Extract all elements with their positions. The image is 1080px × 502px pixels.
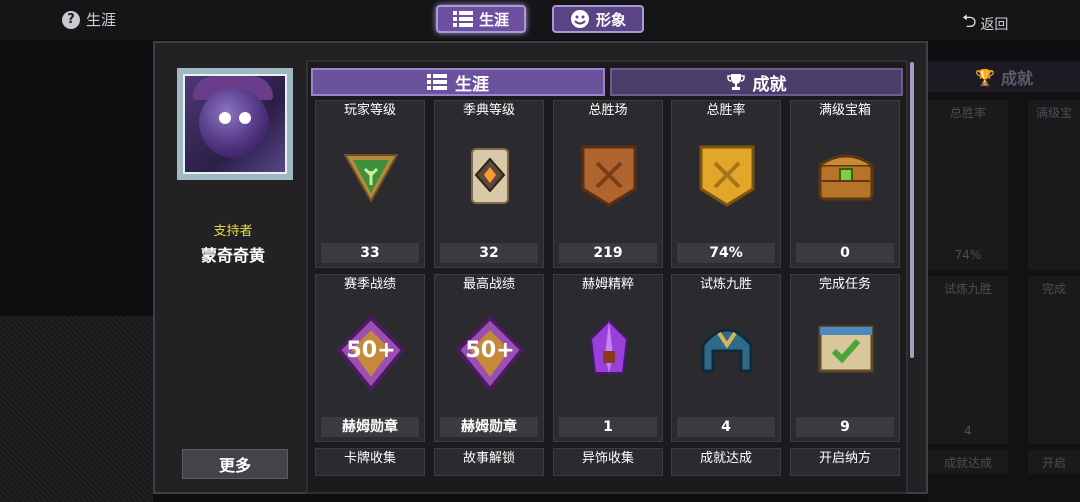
stat-card-season-level[interactable]: 季典等级 32 xyxy=(434,100,544,268)
stat-title: 异饰收集 xyxy=(581,451,634,466)
stat-card-hem-essence[interactable]: 赫姆精粹 1 xyxy=(553,274,663,442)
ghost-card-title: 成就达成 xyxy=(943,456,992,470)
stat-card-trial-nine-wins[interactable]: 试炼九胜 4 xyxy=(671,274,781,442)
stat-value: 33 xyxy=(321,243,419,263)
bronze-shield-icon xyxy=(581,145,637,207)
avatar[interactable] xyxy=(177,68,293,180)
purple-crystal-icon xyxy=(589,319,629,374)
help-label: 生涯 xyxy=(86,11,117,29)
ghost-card-title: 试炼九胜 xyxy=(943,282,992,296)
stat-card-opened[interactable]: 开启纳方 xyxy=(790,448,900,476)
tab-career-inner[interactable]: 生涯 xyxy=(311,68,605,96)
smiley-icon xyxy=(570,10,589,28)
ghost-card-value: 74% xyxy=(954,248,982,262)
stat-title: 赛季战绩 xyxy=(343,277,396,292)
stat-title: 卡牌收集 xyxy=(343,451,396,466)
stat-card-completed-tasks[interactable]: 完成任务 9 xyxy=(790,274,900,442)
stat-value: 4 xyxy=(677,417,775,437)
player-name: 蒙奇奇黄 xyxy=(200,246,265,265)
stat-card-card-collection[interactable]: 卡牌收集 xyxy=(315,448,425,476)
stat-card-story-unlock[interactable]: 故事解锁 xyxy=(434,448,544,476)
stat-card-decoration-collection[interactable]: 异饰收集 xyxy=(553,448,663,476)
medal-badge-text: 50+ xyxy=(346,337,395,363)
stat-card-season-record[interactable]: 赛季战绩 50+ 赫姆勋章 xyxy=(315,274,425,442)
trophy-icon: 🏆 xyxy=(975,67,995,87)
stat-value: 赫姆勋章 xyxy=(321,417,419,437)
gold-shield-icon xyxy=(699,145,755,207)
scrollbar[interactable] xyxy=(910,62,914,358)
ghost-card-title: 开启 xyxy=(1041,456,1066,470)
list-icon xyxy=(452,11,473,27)
stat-title: 最高战绩 xyxy=(462,277,515,292)
treasure-chest-icon xyxy=(818,154,874,201)
ghost-card: 成就达成 xyxy=(928,450,1008,474)
stat-value: 赫姆勋章 xyxy=(440,417,538,437)
ghost-card: 总胜率 74% xyxy=(928,100,1008,270)
stat-title: 试炼九胜 xyxy=(699,277,752,292)
stat-title: 季典等级 xyxy=(462,103,515,118)
stat-card-max-chest[interactable]: 满级宝箱 0 xyxy=(790,100,900,268)
ghost-achievements-tab: 🏆 成就 xyxy=(928,62,1080,92)
tab-career-inner-label: 生涯 xyxy=(455,74,489,95)
purple-medal-icon: 50+ xyxy=(336,315,406,393)
tab-career[interactable]: 生涯 xyxy=(436,5,526,33)
stat-card-best-record[interactable]: 最高战绩 50+ 赫姆勋章 xyxy=(434,274,544,442)
ghost-card: 试炼九胜 4 xyxy=(928,276,1008,444)
medal-badge-text: 50+ xyxy=(465,337,514,363)
ghost-card: 满级宝 xyxy=(1028,100,1080,270)
help-button[interactable]: ? 生涯 xyxy=(62,9,116,30)
stat-title: 赫姆精粹 xyxy=(581,277,634,292)
stat-card-total-wins[interactable]: 总胜场 219 xyxy=(553,100,663,268)
stat-title: 故事解锁 xyxy=(462,451,515,466)
back-arrow-icon: ⮌ xyxy=(962,11,977,32)
stat-title: 成就达成 xyxy=(699,451,752,466)
stat-title: 开启纳方 xyxy=(818,451,871,466)
stat-title: 玩家等级 xyxy=(343,103,396,118)
stat-card-win-rate[interactable]: 总胜率 74% xyxy=(671,100,781,268)
stat-title: 总胜场 xyxy=(588,103,628,118)
list-icon xyxy=(427,74,447,90)
helmet-icon xyxy=(701,328,753,373)
stat-value: 74% xyxy=(677,243,775,263)
checkmark-board-icon xyxy=(818,325,874,373)
ghost-card-value: 4 xyxy=(964,424,972,438)
scroll-emblem-icon xyxy=(471,148,509,204)
stat-value: 9 xyxy=(796,417,894,437)
stat-title: 总胜率 xyxy=(706,103,746,118)
ghost-card-title: 满级宝 xyxy=(1035,106,1072,120)
tab-career-label: 生涯 xyxy=(478,10,509,29)
green-triangle-icon xyxy=(343,154,399,204)
back-label: 返回 xyxy=(980,17,1009,33)
ghost-card-title: 完成 xyxy=(1041,282,1066,296)
player-rank: 支持者 xyxy=(213,224,253,239)
question-icon: ? xyxy=(62,10,80,29)
purple-medal-icon: 50+ xyxy=(455,315,525,393)
background-noise xyxy=(0,316,153,502)
back-button[interactable]: ⮌ 返回 xyxy=(962,9,1008,39)
tab-achievements[interactable]: 成就 xyxy=(610,68,903,96)
ghost-card: 完成 xyxy=(1028,276,1080,444)
tab-look[interactable]: 形象 xyxy=(552,5,644,33)
stat-value: 0 xyxy=(796,243,894,263)
tab-look-label: 形象 xyxy=(595,10,626,29)
stat-title: 满级宝箱 xyxy=(818,103,871,118)
more-button[interactable]: 更多 xyxy=(182,449,288,479)
avatar-eye xyxy=(219,112,231,124)
stat-title: 完成任务 xyxy=(818,277,871,292)
stat-card-achievements-reached[interactable]: 成就达成 xyxy=(671,448,781,476)
ghost-card-title: 总胜率 xyxy=(949,106,986,120)
trophy-icon xyxy=(726,74,745,90)
ghost-tab-label: 成就 xyxy=(1000,69,1033,88)
ghost-card: 开启 xyxy=(1028,450,1080,474)
stat-value: 219 xyxy=(559,243,657,263)
avatar-face xyxy=(199,88,269,158)
top-bar: ? 生涯 生涯 形象 ⮌ 返回 xyxy=(0,0,1080,40)
stat-value: 1 xyxy=(559,417,657,437)
stat-value: 32 xyxy=(440,243,538,263)
avatar-eye xyxy=(239,112,251,124)
tab-achievements-label: 成就 xyxy=(752,74,787,95)
stat-card-player-level[interactable]: 玩家等级 33 xyxy=(315,100,425,268)
